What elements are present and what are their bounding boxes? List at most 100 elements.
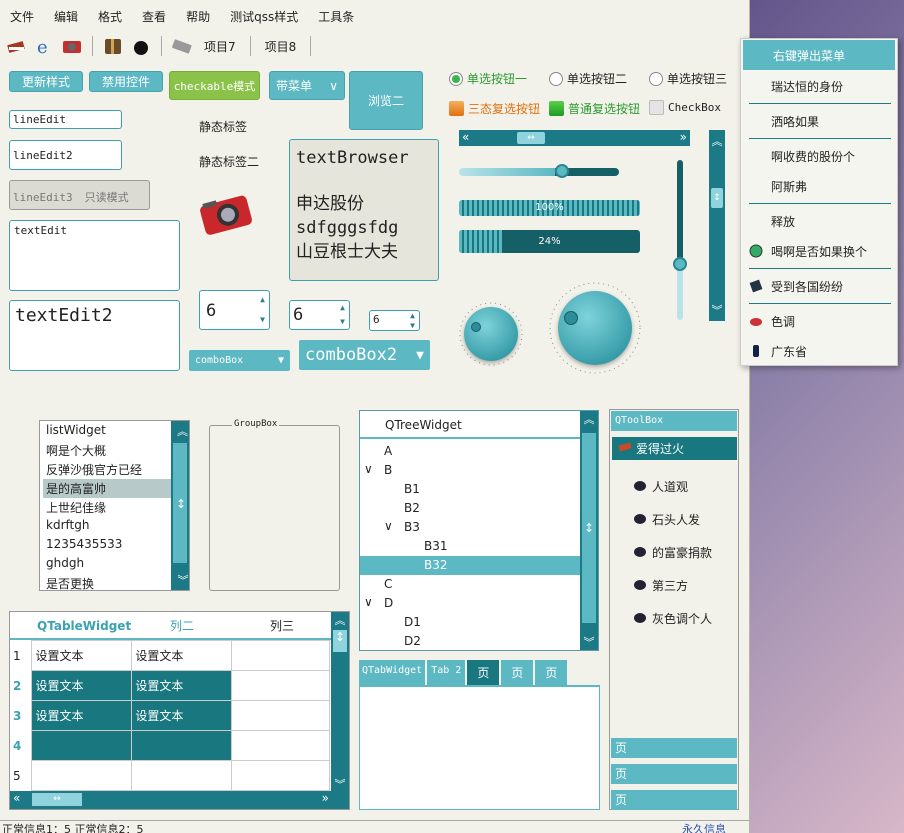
ctx-item-0[interactable]: 右键弹出菜单 bbox=[743, 40, 895, 70]
menu-help[interactable]: 帮助 bbox=[176, 4, 220, 28]
tree-item[interactable]: ∨ D bbox=[360, 594, 598, 613]
radio-1[interactable]: 单选按钮一 bbox=[449, 70, 527, 87]
scroll-up-icon[interactable]: ︽ bbox=[331, 612, 349, 628]
toolbox-item[interactable]: 石头人发 bbox=[610, 503, 738, 536]
scroll-down-icon[interactable]: ︾ bbox=[174, 571, 189, 590]
horizontal-scrollbar[interactable]: « ↔ » bbox=[459, 130, 690, 146]
ctx-item-8[interactable]: 色调 bbox=[741, 306, 897, 336]
dial-small[interactable] bbox=[459, 302, 523, 366]
table-cell[interactable] bbox=[231, 700, 330, 731]
ctx-item-7[interactable]: 受到各国纷纷 bbox=[741, 271, 897, 301]
list-item[interactable]: listWidget bbox=[43, 422, 171, 441]
tree-item[interactable]: B31 bbox=[360, 537, 598, 556]
radio-2[interactable]: 单选按钮二 bbox=[549, 70, 627, 87]
table-cell[interactable] bbox=[31, 730, 133, 761]
toolbox-title[interactable]: QToolBox bbox=[611, 411, 737, 431]
scroll-down-icon[interactable]: ︾ bbox=[331, 776, 349, 792]
table-cell[interactable] bbox=[231, 670, 330, 701]
tree-item[interactable]: A bbox=[360, 442, 598, 461]
list-widget[interactable]: listWidget 啊是个大概 反弹沙俄官方已经 是的高富帅 上世纪佳缘 kdrftgh… bbox=[39, 420, 190, 591]
menu-file[interactable]: 文件 bbox=[0, 4, 44, 28]
vertical-slider-handle[interactable] bbox=[673, 257, 687, 271]
camera-icon[interactable] bbox=[60, 34, 84, 58]
line-edit-1[interactable]: lineEdit bbox=[9, 110, 122, 129]
row-header[interactable]: 3 bbox=[10, 701, 32, 731]
column-header-1[interactable]: QTableWidget bbox=[10, 612, 131, 638]
table-cell[interactable] bbox=[231, 640, 330, 671]
ctx-item-3[interactable]: 啊收费的股份个 bbox=[741, 141, 897, 171]
table-cell[interactable] bbox=[231, 760, 330, 791]
tree-item[interactable]: D2 bbox=[360, 632, 598, 650]
table-cell[interactable]: 设置文本 bbox=[131, 700, 233, 731]
spin-up-icon[interactable]: ▲ bbox=[410, 311, 415, 320]
scroll-right-icon[interactable]: » bbox=[680, 130, 687, 144]
toolbox-item[interactable]: 的富豪捐款 bbox=[610, 536, 738, 569]
text-browser[interactable]: textBrowser 申达股份 sdfgggsfdg 山豆根士大夫 bbox=[289, 139, 439, 281]
vertical-slider[interactable] bbox=[677, 160, 683, 320]
menu-view[interactable]: 查看 bbox=[132, 4, 176, 28]
table-cell[interactable]: 设置文本 bbox=[131, 670, 233, 701]
row-header[interactable]: 2 bbox=[10, 671, 32, 701]
menu-toolbar[interactable]: 工具条 bbox=[308, 4, 364, 28]
mouse-icon[interactable] bbox=[129, 34, 153, 58]
ctx-item-4[interactable]: 阿斯弗 bbox=[741, 171, 897, 201]
toolbox-page-3[interactable]: 页 bbox=[611, 790, 737, 810]
toolbox-page-2[interactable]: 页 bbox=[611, 764, 737, 784]
checkable-button[interactable]: checkable模式 bbox=[169, 71, 260, 100]
scroll-left-icon[interactable]: « bbox=[462, 130, 469, 144]
table-vscrollbar[interactable]: ︽ ↕ ︾ bbox=[331, 612, 349, 792]
disable-widgets-button[interactable]: 禁用控件 bbox=[89, 71, 163, 92]
list-scrollbar[interactable]: ︽ ↕ ︾ bbox=[171, 421, 189, 590]
browser-icon[interactable]: e bbox=[32, 34, 56, 58]
ctx-item-5[interactable]: 释放 bbox=[741, 206, 897, 236]
list-item[interactable]: 是的高富帅 bbox=[43, 479, 171, 498]
menu-edit[interactable]: 编辑 bbox=[44, 4, 88, 28]
update-style-button[interactable]: 更新样式 bbox=[9, 71, 83, 92]
column-header-2[interactable]: 列二 bbox=[130, 612, 230, 638]
tree-item[interactable]: B32 bbox=[360, 556, 580, 575]
ctx-item-1[interactable]: 瑞达恒的身份 bbox=[741, 71, 897, 101]
combo-box-1[interactable]: comboBox ▼ bbox=[189, 350, 290, 371]
tree-item[interactable]: B2 bbox=[360, 499, 598, 518]
spin-up-icon[interactable]: ▲ bbox=[260, 295, 265, 304]
normal-checkbox[interactable]: 普通复选按钮 bbox=[549, 100, 640, 117]
toolbox-item[interactable]: 第三方 bbox=[610, 569, 738, 602]
row-header[interactable]: 5 bbox=[10, 761, 32, 791]
spinbox-2[interactable]: 6 ▲ ▼ bbox=[289, 300, 350, 330]
list-item[interactable]: ghdgh bbox=[43, 555, 171, 574]
toolbox-item[interactable]: 人道观 bbox=[610, 470, 738, 503]
horizontal-slider[interactable] bbox=[459, 168, 619, 176]
table-cell[interactable]: 设置文本 bbox=[131, 640, 233, 671]
scroll-handle-icon[interactable]: ↔ bbox=[517, 132, 545, 144]
list-item[interactable]: 反弹沙俄官方已经 bbox=[43, 460, 171, 479]
tristate-checkbox[interactable]: 三态复选按钮 bbox=[449, 100, 540, 117]
dial-small-knob[interactable] bbox=[464, 307, 518, 361]
toolbar-item-7[interactable]: 项目7 bbox=[198, 38, 242, 55]
dial-large-knob[interactable] bbox=[558, 291, 632, 365]
column-header-3[interactable]: 列三 bbox=[230, 612, 330, 638]
dial-large[interactable] bbox=[549, 282, 641, 374]
list-item[interactable]: 上世纪佳缘 bbox=[43, 498, 171, 517]
scroll-down-icon[interactable]: ︾ bbox=[709, 302, 725, 318]
spin-up-icon[interactable]: ▲ bbox=[340, 303, 345, 312]
tab-2[interactable]: Tab 2 bbox=[427, 660, 466, 685]
tree-item[interactable]: C bbox=[360, 575, 598, 594]
scroll-up-icon[interactable]: ︽ bbox=[709, 133, 725, 149]
table-cell[interactable]: 设置文本 bbox=[31, 670, 133, 701]
scroll-down-icon[interactable]: ︾ bbox=[580, 634, 598, 650]
table-cell[interactable] bbox=[31, 760, 133, 791]
text-edit-large[interactable]: textEdit2 bbox=[9, 300, 180, 371]
toolbox-page-1[interactable]: 页 bbox=[611, 738, 737, 758]
row-header[interactable]: 4 bbox=[10, 731, 32, 761]
list-item[interactable]: kdrftgh bbox=[43, 517, 171, 536]
slider-handle[interactable] bbox=[555, 164, 569, 178]
tab-page-3[interactable]: 页 bbox=[535, 660, 568, 685]
tree-item[interactable]: ∨ B bbox=[360, 461, 598, 480]
tree-item[interactable]: ∨ B3 bbox=[360, 518, 598, 537]
toolbar-item-8[interactable]: 项目8 bbox=[259, 38, 303, 55]
table-cell[interactable] bbox=[231, 730, 330, 761]
keyboard-icon[interactable] bbox=[170, 34, 194, 58]
line-edit-readonly[interactable]: lineEdit3 只读模式 bbox=[9, 180, 150, 210]
ctx-item-9[interactable]: 广东省 bbox=[741, 336, 897, 366]
tree-item[interactable]: B1 bbox=[360, 480, 598, 499]
